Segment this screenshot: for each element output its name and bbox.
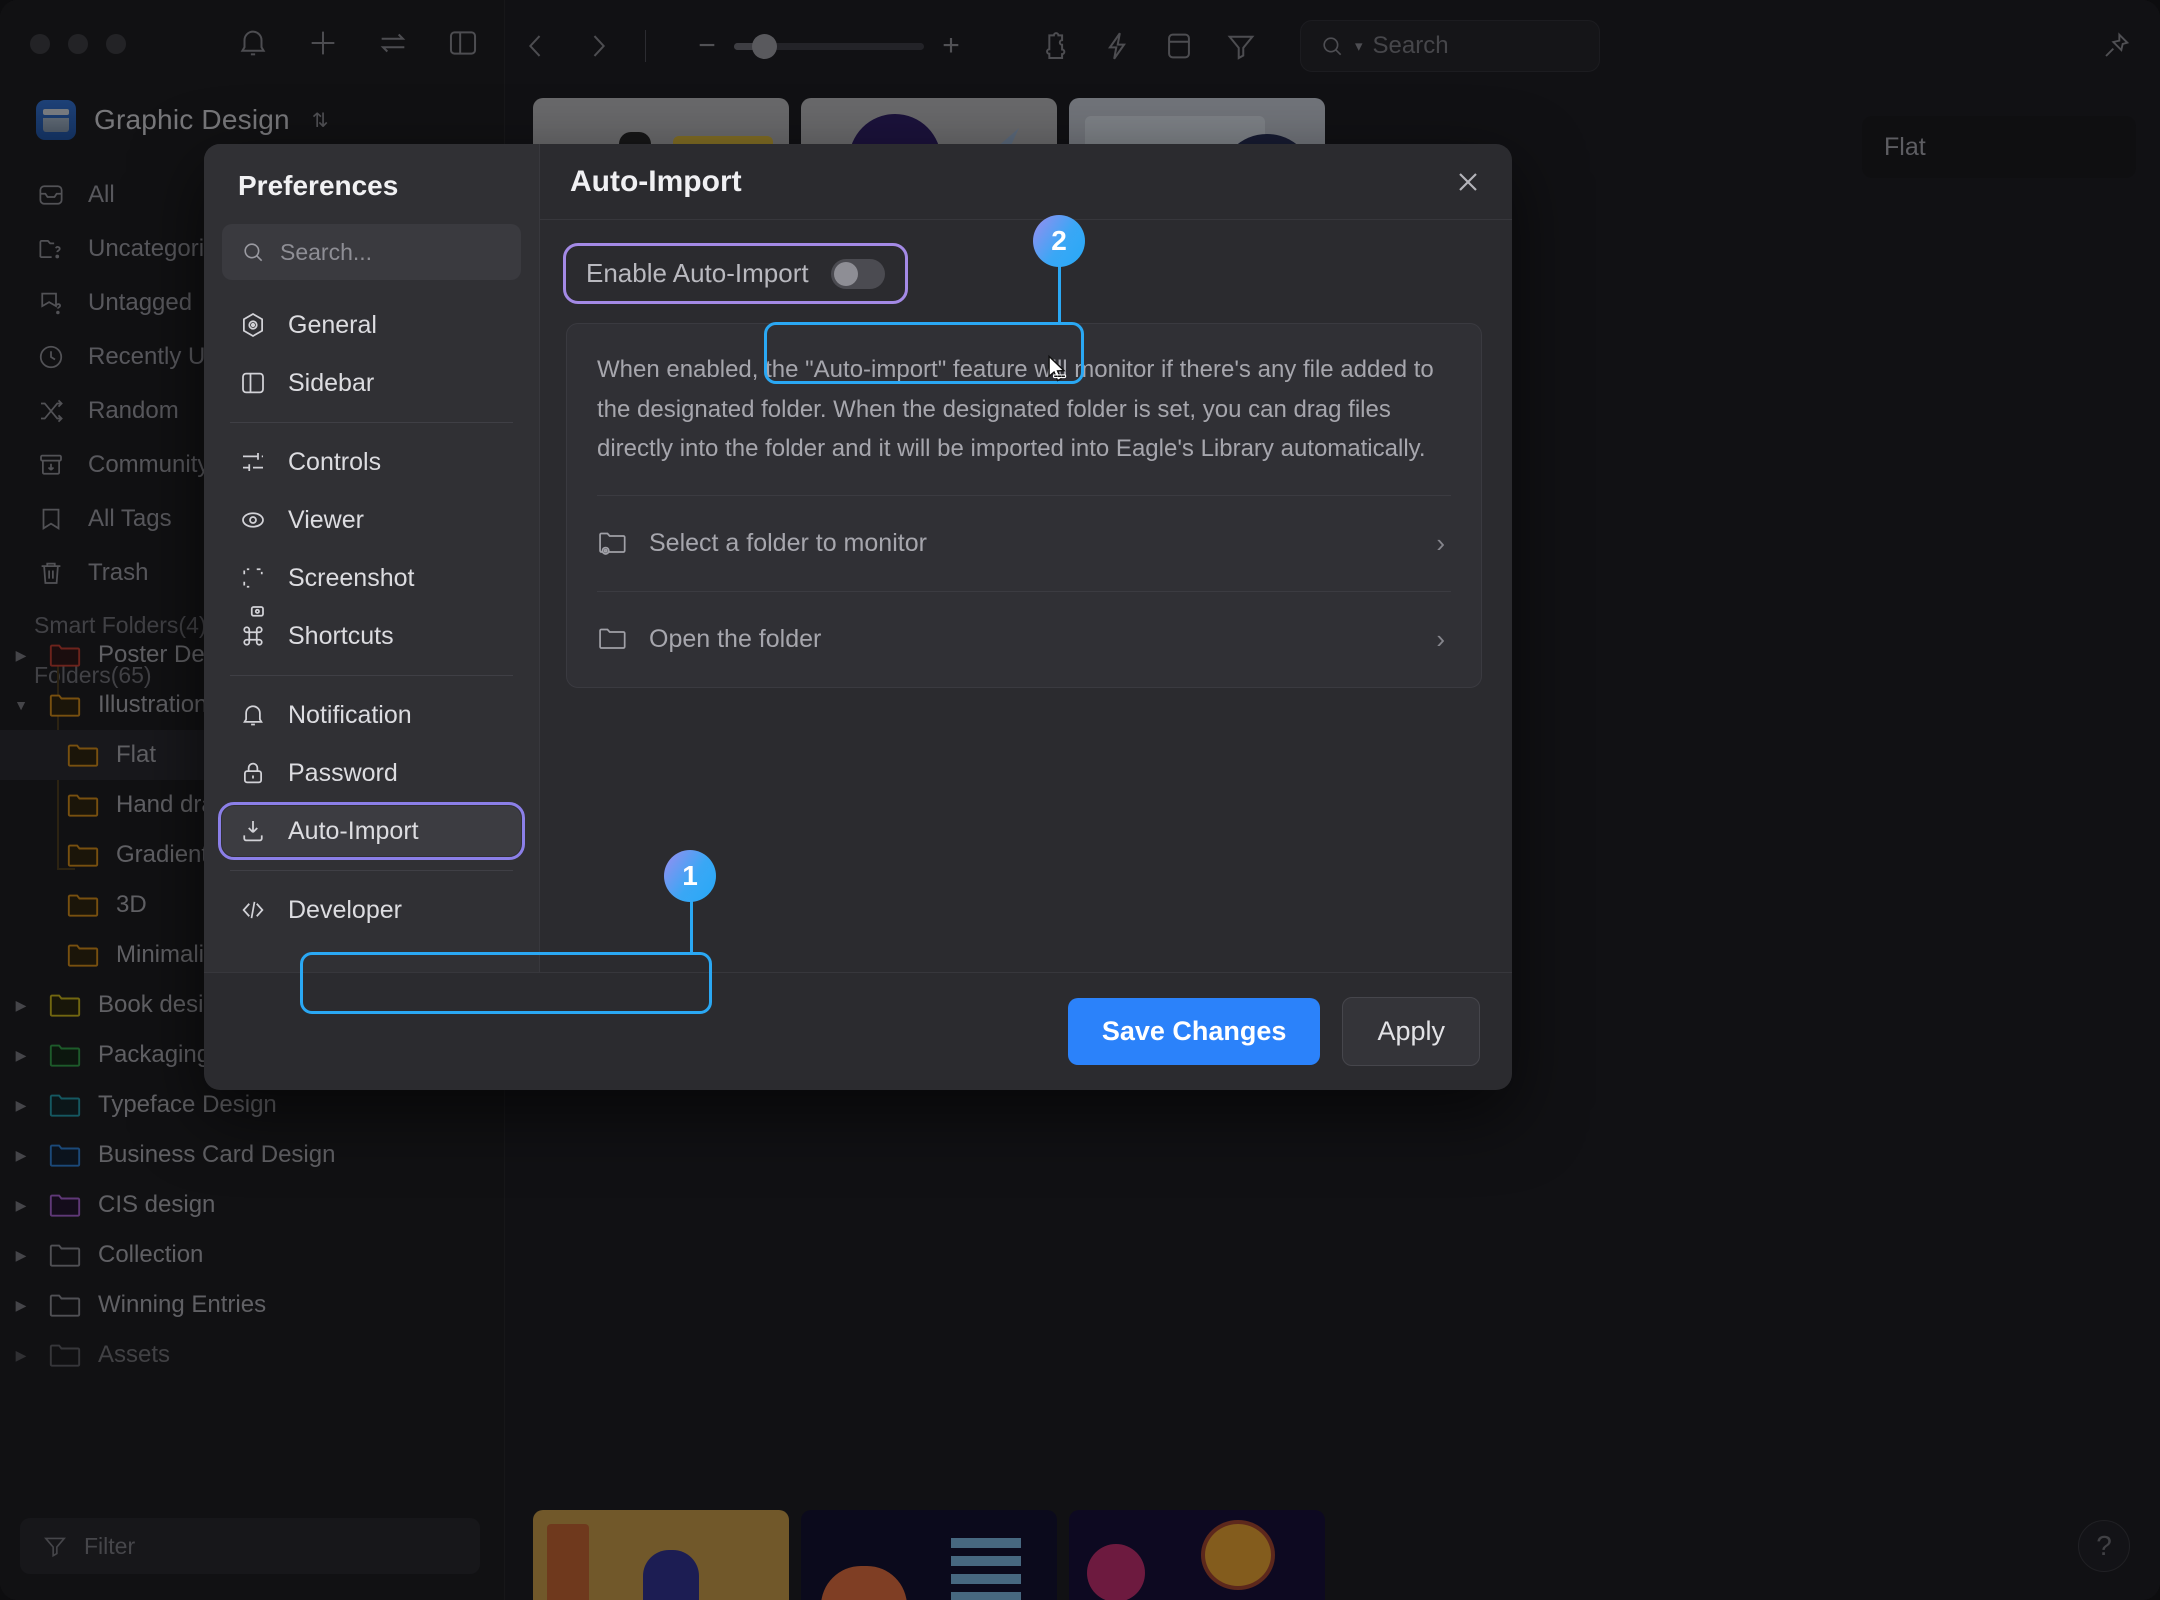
select-folder-to-monitor-row[interactable]: Select a folder to monitor ›	[597, 494, 1451, 591]
pref-menu-label: Password	[288, 758, 398, 787]
option-label: Open the folder	[649, 624, 822, 653]
pref-menu-label: Notification	[288, 700, 412, 729]
auto-import-description: When enabled, the "Auto-import" feature …	[597, 356, 1434, 463]
menu-divider	[230, 422, 513, 423]
enable-auto-import-label: Enable Auto-Import	[586, 258, 809, 288]
sliders-icon	[238, 447, 268, 477]
callout-badge-1: 1	[664, 850, 716, 902]
menu-divider	[230, 675, 513, 676]
pref-menu-item-notification[interactable]: Notification	[222, 690, 521, 740]
enable-auto-import-toggle[interactable]	[830, 258, 885, 289]
pref-menu-label: Sidebar	[288, 368, 375, 397]
preferences-search-input[interactable]: Search...	[222, 224, 521, 280]
gear-hex-icon	[238, 310, 268, 340]
folder-gear-icon	[597, 528, 629, 558]
panel-title: Auto-Import	[570, 164, 742, 198]
code-icon	[238, 895, 268, 925]
pref-menu-item-developer[interactable]: Developer	[222, 885, 521, 935]
preferences-search-placeholder: Search...	[280, 238, 373, 265]
close-icon[interactable]	[1452, 166, 1484, 198]
pref-menu-item-auto-import[interactable]: Auto-Import	[218, 802, 525, 860]
auto-import-info-card: When enabled, the "Auto-import" feature …	[566, 323, 1482, 688]
preferences-content: Auto-Import Enable Auto-Import When enab…	[540, 144, 1512, 972]
command-icon	[238, 621, 268, 651]
pref-menu-item-password[interactable]: Password	[222, 748, 521, 798]
preferences-dialog: Preferences Search... General Sidebar Co…	[204, 144, 1512, 1090]
download-icon	[238, 816, 268, 846]
lock-icon	[238, 758, 268, 788]
pref-menu-label: Auto-Import	[288, 816, 419, 845]
pref-menu-item-shortcuts[interactable]: Shortcuts	[222, 611, 521, 661]
preferences-menu: Preferences Search... General Sidebar Co…	[204, 144, 540, 972]
chevron-right-icon[interactable]: ›	[1436, 624, 1445, 655]
pref-menu-label: Controls	[288, 447, 382, 476]
open-the-folder-row[interactable]: Open the folder ›	[597, 590, 1451, 687]
pref-menu-label: Developer	[288, 895, 402, 924]
dialog-footer: Save Changes Apply	[204, 972, 1512, 1090]
pref-menu-item-viewer[interactable]: Viewer	[222, 495, 521, 545]
eagle-app-window: Graphic Design ⇅ All 2,731 Uncategorized…	[0, 0, 2160, 1600]
search-icon	[240, 239, 266, 265]
option-label: Select a folder to monitor	[649, 528, 927, 557]
pref-menu-label: Viewer	[288, 505, 364, 534]
sidebar-icon	[238, 368, 268, 398]
pref-menu-label: Shortcuts	[288, 621, 394, 650]
dialog-title: Preferences	[238, 170, 399, 201]
pref-menu-item-screenshot[interactable]: Screenshot	[222, 553, 521, 617]
pref-menu-label: General	[288, 310, 377, 339]
pref-menu-item-sidebar[interactable]: Sidebar	[222, 358, 521, 408]
screenshot-icon	[238, 563, 268, 617]
save-changes-button[interactable]: Save Changes	[1067, 998, 1321, 1065]
chevron-right-icon[interactable]: ›	[1436, 528, 1445, 559]
apply-button[interactable]: Apply	[1342, 997, 1480, 1066]
panel-header: Auto-Import	[540, 144, 1512, 220]
dialog-body: Preferences Search... General Sidebar Co…	[204, 144, 1512, 972]
pref-menu-label: Screenshot	[288, 563, 415, 592]
bell-icon	[238, 700, 268, 730]
folder-open-icon	[597, 624, 629, 654]
enable-auto-import-row[interactable]: Enable Auto-Import	[563, 243, 908, 304]
eye-icon	[238, 505, 268, 535]
pref-menu-item-general[interactable]: General	[222, 300, 521, 350]
mouse-cursor	[1048, 354, 1067, 382]
menu-divider	[230, 870, 513, 871]
pref-menu-item-controls[interactable]: Controls	[222, 437, 521, 487]
callout-badge-2: 2	[1033, 215, 1085, 267]
